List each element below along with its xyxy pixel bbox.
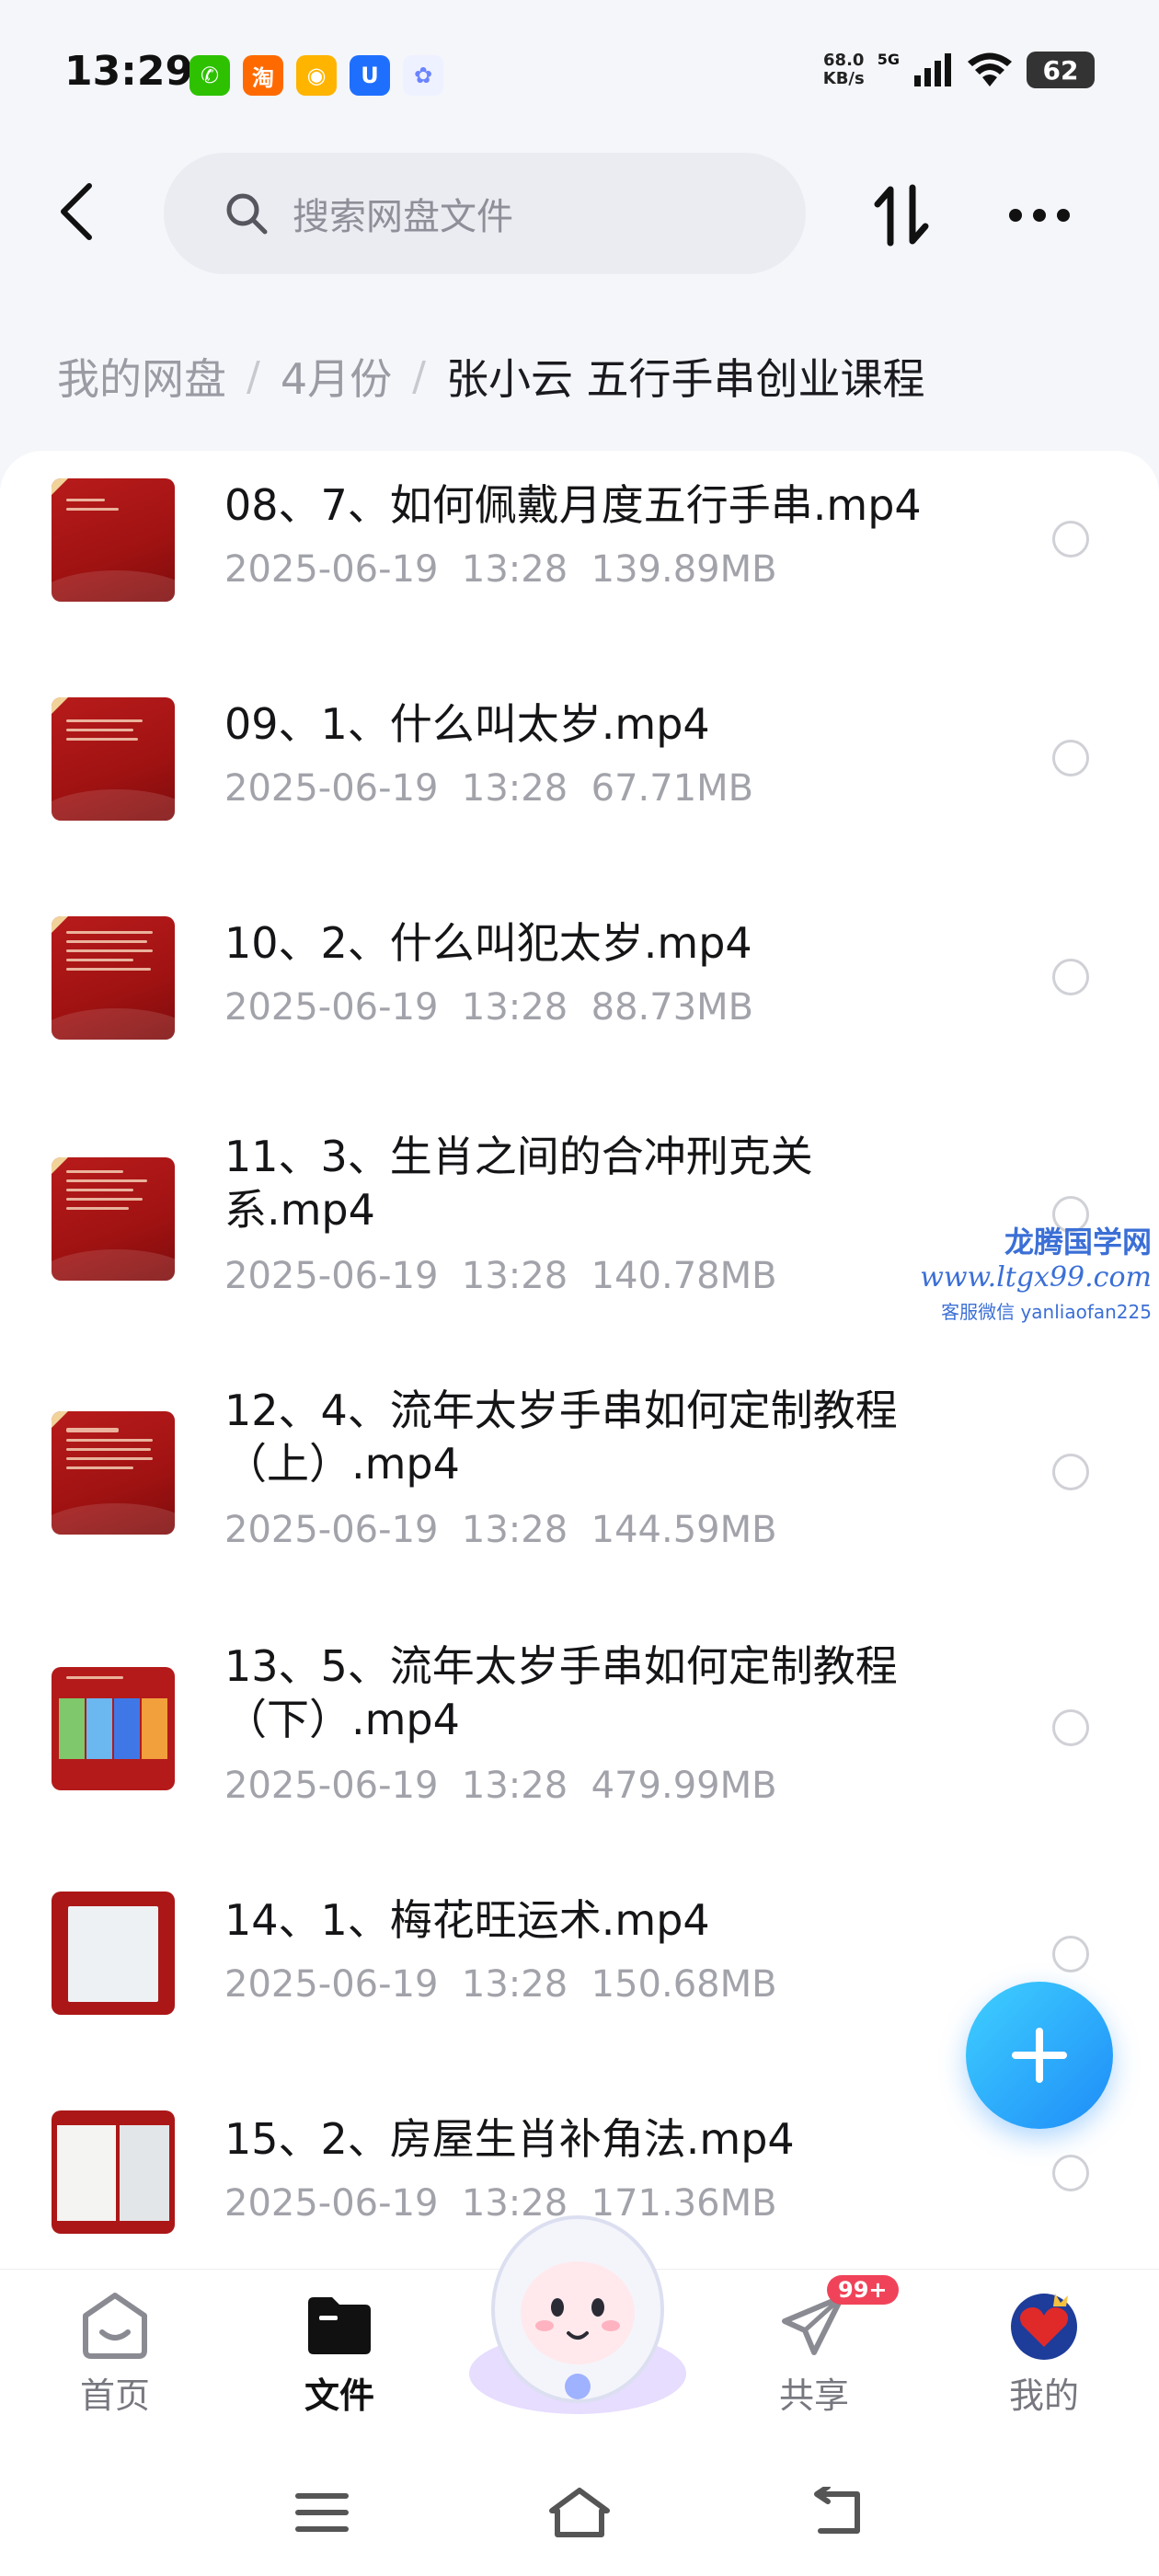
video-thumbnail (52, 1411, 175, 1535)
watermark-url: www.ltgx99.com (920, 1261, 1152, 1294)
watermark: 龙腾国学网 www.ltgx99.com 客服微信 yanliaofan225 (920, 1219, 1152, 1324)
breadcrumb-separator: / (247, 352, 260, 400)
search-input[interactable]: 搜索网盘文件 (164, 153, 806, 274)
wifi-icon (968, 52, 1012, 86)
file-name: 13、5、流年太岁手串如何定制教程（下）.mp4 (224, 1641, 898, 1744)
select-radio[interactable] (1052, 740, 1089, 776)
search-placeholder: 搜索网盘文件 (293, 196, 513, 238)
tab-mine[interactable]: 我的 (966, 2288, 1122, 2418)
more-dots-icon (1009, 209, 1070, 222)
screen: 13:29 ✆ 淘 ◉ U ✿ 68.0 KB/s 5G 62 搜索网盘文件 我… (0, 0, 1159, 2576)
watermark-title: 龙腾国学网 (1004, 1225, 1152, 1259)
notification-icons: ✆ 淘 ◉ U ✿ (189, 55, 443, 96)
file-meta: 2025-06-19 13:28 88.73MB (224, 986, 754, 1029)
status-time: 13:29 (64, 48, 194, 95)
video-thumbnail (52, 916, 175, 1040)
select-radio[interactable] (1052, 1454, 1089, 1490)
file-row[interactable]: 12、4、流年太岁手串如何定制教程（上）.mp4 2025-06-19 13:2… (0, 1362, 1159, 1617)
file-row[interactable]: 13、5、流年太岁手串如何定制教程（下）.mp4 2025-06-19 13:2… (0, 1617, 1159, 1871)
add-button[interactable] (966, 1982, 1113, 2129)
avatar-heart-icon (1011, 2294, 1077, 2360)
breadcrumb: 我的网盘 / 4月份 / 张小云 五行手串创业课程 (57, 346, 925, 407)
menu-button[interactable] (285, 2480, 359, 2545)
menu-icon (295, 2493, 349, 2532)
system-nav (0, 2453, 1159, 2576)
file-meta: 2025-06-19 13:28 139.89MB (224, 548, 777, 591)
file-row[interactable]: 10、2、什么叫犯太岁.mp4 2025-06-19 13:28 88.73MB (0, 889, 1159, 1108)
more-button[interactable] (1003, 178, 1076, 252)
file-name: 08、7、如何佩戴月度五行手串.mp4 (224, 480, 922, 530)
back-button[interactable] (44, 175, 109, 248)
select-radio[interactable] (1052, 959, 1089, 995)
tab-files[interactable]: 文件 (261, 2288, 418, 2418)
home-outline-icon (549, 2488, 610, 2537)
network-type: 5G (877, 50, 900, 68)
taobao-icon: 淘 (243, 55, 283, 96)
video-thumbnail (52, 478, 175, 602)
tab-home-label: 首页 (79, 2375, 150, 2416)
top-bar: 搜索网盘文件 (0, 147, 1159, 276)
breadcrumb-month[interactable]: 4月份 (281, 346, 392, 407)
file-name: 12、4、流年太岁手串如何定制教程（上）.mp4 (224, 1386, 898, 1489)
breadcrumb-root[interactable]: 我的网盘 (57, 346, 226, 407)
back-nav-button[interactable] (800, 2480, 874, 2545)
file-list: 08、7、如何佩戴月度五行手串.mp4 2025-06-19 13:28 139… (0, 451, 1159, 2272)
file-meta: 2025-06-19 13:28 150.68MB (224, 1963, 777, 2006)
status-right: 68.0 KB/s 5G 62 (822, 50, 1095, 88)
cloud-app-icon: ✿ (403, 55, 443, 96)
sort-arrows-icon (874, 184, 929, 247)
file-meta: 2025-06-19 13:28 140.78MB (224, 1255, 777, 1297)
file-row[interactable]: 08、7、如何佩戴月度五行手串.mp4 2025-06-19 13:28 139… (0, 451, 1159, 670)
home-nav-button[interactable] (543, 2480, 616, 2545)
security-app-icon: U (350, 55, 390, 96)
tab-mine-label: 我的 (1008, 2375, 1079, 2416)
search-icon (226, 193, 268, 235)
breadcrumb-current: 张小云 五行手串创业课程 (445, 354, 925, 404)
battery-indicator: 62 (1027, 52, 1095, 88)
tab-share[interactable]: 99+ 共享 (736, 2275, 899, 2418)
net-speed: 68.0 KB/s (822, 51, 865, 88)
video-thumbnail (52, 1892, 175, 2015)
chevron-left-icon (61, 183, 92, 240)
select-radio[interactable] (1052, 1709, 1089, 1746)
tab-home[interactable]: 首页 (37, 2288, 193, 2418)
file-name: 11、3、生肖之间的合冲刑克关系.mp4 (224, 1132, 813, 1235)
video-thumbnail (52, 1157, 175, 1281)
share-badge: 99+ (827, 2275, 899, 2305)
tab-share-label: 共享 (778, 2375, 849, 2416)
home-icon (83, 2293, 147, 2359)
file-name: 15、2、房屋生肖补角法.mp4 (224, 2114, 795, 2164)
select-radio[interactable] (1052, 2155, 1089, 2191)
select-radio[interactable] (1052, 1936, 1089, 1972)
file-meta: 2025-06-19 13:28 67.71MB (224, 767, 754, 810)
file-meta: 2025-06-19 13:28 144.59MB (224, 1509, 777, 1551)
file-meta: 2025-06-19 13:28 479.99MB (224, 1765, 777, 1807)
sort-button[interactable] (865, 178, 938, 252)
plus-icon (1012, 2028, 1067, 2083)
return-icon (814, 2487, 860, 2534)
watermark-contact: 客服微信 yanliaofan225 (941, 1301, 1152, 1323)
wechat-icon: ✆ (189, 55, 230, 96)
file-name: 09、1、什么叫太岁.mp4 (224, 699, 710, 749)
tab-files-label: 文件 (304, 2375, 374, 2416)
status-bar: 13:29 ✆ 淘 ◉ U ✿ 68.0 KB/s 5G 62 (0, 0, 1159, 147)
video-thumbnail (52, 2110, 175, 2234)
video-thumbnail (52, 1667, 175, 1790)
file-row[interactable]: 09、1、什么叫太岁.mp4 2025-06-19 13:28 67.71MB (0, 670, 1159, 889)
file-name: 14、1、梅花旺运术.mp4 (224, 1895, 710, 1945)
reading-app-icon: ◉ (296, 55, 337, 96)
mascot-button[interactable] (460, 2199, 695, 2429)
breadcrumb-separator: / (412, 352, 426, 400)
select-radio[interactable] (1052, 521, 1089, 558)
folder-icon (308, 2297, 371, 2354)
signal-icon (914, 53, 951, 86)
file-name: 10、2、什么叫犯太岁.mp4 (224, 918, 752, 968)
video-thumbnail (52, 697, 175, 821)
